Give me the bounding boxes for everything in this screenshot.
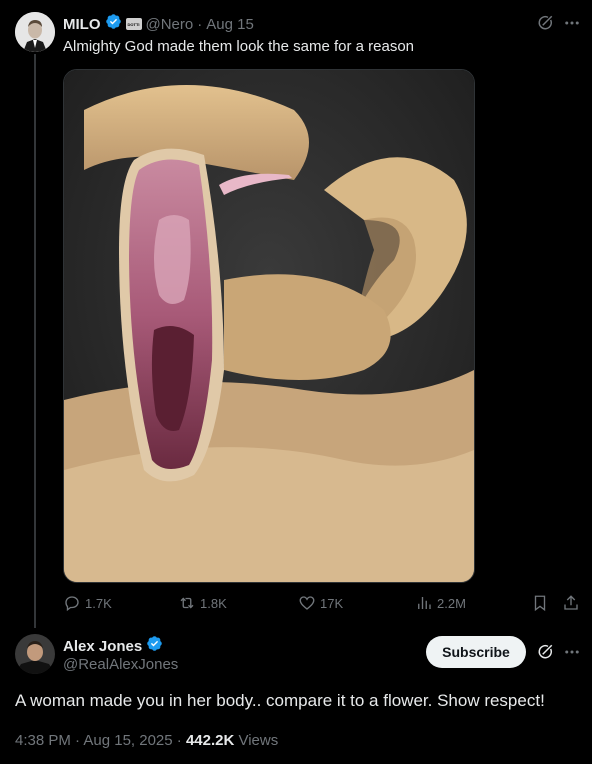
post-text: Almighty God made them look the same for… — [63, 38, 415, 55]
subscribe-button[interactable]: Subscribe — [426, 636, 526, 668]
post-media-image[interactable] — [63, 69, 475, 583]
more-options-icon[interactable] — [562, 13, 582, 33]
tweet2-header: Alex Jones — [63, 636, 163, 656]
share-icon[interactable] — [562, 594, 580, 612]
avatar-milo[interactable] — [15, 12, 55, 52]
more-options-icon[interactable] — [562, 642, 582, 662]
handle[interactable]: @RealAlexJones — [63, 656, 178, 673]
handle[interactable]: @Nero — [146, 16, 194, 33]
reply-icon — [65, 596, 79, 612]
views-count: 2.2M — [437, 595, 466, 611]
reply-count: 1.7K — [85, 595, 112, 611]
avatar-alex-jones[interactable] — [15, 634, 55, 674]
reply-button[interactable]: 1.7K — [63, 594, 112, 612]
affiliate-badge: DOTTI — [125, 18, 142, 30]
post-text: A woman made you in her body.. compare i… — [15, 691, 545, 710]
grok-icon[interactable] — [535, 642, 555, 662]
repost-icon — [180, 597, 194, 609]
thread-connector-line — [34, 54, 36, 628]
verified-badge-icon — [105, 13, 122, 35]
display-name[interactable]: Alex Jones — [63, 638, 142, 655]
analytics-icon — [418, 597, 431, 609]
display-name[interactable]: MILO — [63, 16, 101, 33]
grok-icon[interactable] — [535, 13, 555, 33]
views-label: Views — [234, 732, 279, 749]
repost-button[interactable]: 1.8K — [178, 594, 227, 612]
post-date[interactable]: Aug 15 — [206, 16, 254, 33]
verified-badge-icon — [146, 635, 163, 657]
like-button[interactable]: 17K — [298, 594, 343, 612]
dot-separator: · — [197, 15, 203, 33]
tweet1-header: MILO DOTTI @Nero · Aug 15 — [63, 14, 254, 34]
post-meta: 4:38 PM · Aug 15, 2025 · 442.2K Views — [15, 732, 278, 749]
post-timestamp[interactable]: 4:38 PM · Aug 15, 2025 · — [15, 732, 186, 749]
repost-count: 1.8K — [200, 595, 227, 611]
views-count: 442.2K — [185, 732, 235, 749]
like-count: 17K — [320, 595, 344, 611]
bookmark-icon[interactable] — [531, 594, 549, 612]
views-button[interactable]: 2.2M — [415, 594, 466, 612]
heart-icon — [299, 596, 315, 610]
